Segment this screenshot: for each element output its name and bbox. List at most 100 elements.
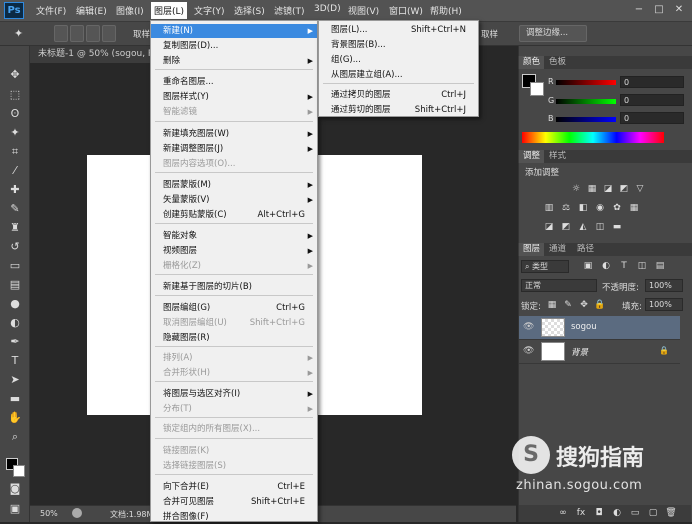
blend-mode-select[interactable]: 正常	[521, 279, 597, 292]
layer-menu-item[interactable]: 选择链接图层(S)	[151, 459, 317, 473]
layer-menu-item[interactable]: 新建调整图层(J) ▶	[151, 142, 317, 156]
layer-menu-item[interactable]: 排列(A) ▶	[151, 351, 317, 365]
black-white-icon[interactable]: ◧	[577, 203, 589, 214]
move-tool-icon[interactable]: ✥	[7, 68, 23, 82]
lock-position-icon[interactable]: ✥	[578, 300, 590, 311]
tab-swatches[interactable]: 色板	[545, 56, 570, 69]
invert-icon[interactable]: ◪	[543, 222, 555, 233]
layer-menu-item[interactable]: 新建填充图层(W) ▶	[151, 127, 317, 141]
pen-tool-icon[interactable]: ✒	[7, 335, 23, 349]
new-submenu-item[interactable]: 从图层建立组(A)...	[319, 68, 478, 82]
shape-tool-icon[interactable]: ▬	[7, 392, 23, 406]
layer-menu-item[interactable]: 复制图层(D)...	[151, 39, 317, 53]
layer-menu-item[interactable]: 智能对象 ▶	[151, 229, 317, 243]
menu-type[interactable]: 文字(Y)	[194, 4, 225, 17]
layer-filter-select[interactable]: ⌕ 类型	[521, 260, 569, 273]
filter-type-icon[interactable]: T	[618, 261, 630, 272]
filter-pixel-icon[interactable]: ▣	[582, 261, 594, 272]
color-balance-icon[interactable]: ⚖	[560, 203, 572, 214]
blur-tool-icon[interactable]: ●	[7, 297, 23, 311]
magic-wand-tool-icon[interactable]: ✦	[7, 126, 23, 140]
menu-filter[interactable]: 滤镜(T)	[274, 4, 305, 17]
brush-tool-icon[interactable]: ✎	[7, 202, 23, 216]
tab-color[interactable]: 颜色	[519, 56, 545, 69]
screen-mode-icon[interactable]: ▣	[7, 502, 23, 516]
folder-icon[interactable]: ▭	[629, 508, 641, 519]
tab-paths[interactable]: 路径	[573, 243, 598, 256]
eye-icon[interactable]: 👁	[523, 322, 534, 332]
lock-image-icon[interactable]: ✎	[562, 300, 574, 311]
exposure-icon[interactable]: ◩	[618, 184, 630, 195]
history-brush-icon[interactable]: ↺	[7, 240, 23, 254]
layer-menu-item[interactable]: 图层样式(Y) ▶	[151, 90, 317, 104]
crop-tool-icon[interactable]: ⌗	[7, 145, 23, 159]
tab-adjustments[interactable]: 调整	[519, 150, 545, 163]
menu-help[interactable]: 帮助(H)	[430, 4, 462, 17]
new-submenu-item[interactable]: 背景图层(B)...	[319, 38, 478, 52]
zoom-level[interactable]: 50%	[40, 509, 58, 518]
layer-menu-item[interactable]: 图层编组(G) Ctrl+G	[151, 301, 317, 315]
intersect-selection-icon[interactable]	[102, 25, 116, 42]
eraser-tool-icon[interactable]: ▭	[7, 259, 23, 273]
link-icon[interactable]: ∞	[557, 508, 569, 519]
levels-icon[interactable]: ▦	[586, 184, 598, 195]
menu-view[interactable]: 视图(V)	[348, 4, 379, 17]
path-selection-icon[interactable]: ➤	[7, 373, 23, 387]
layer-menu-item[interactable]: 智能滤镜 ▶	[151, 105, 317, 119]
layer-menu-item[interactable]: 视频图层 ▶	[151, 244, 317, 258]
healing-brush-icon[interactable]: ✚	[7, 183, 23, 197]
refine-edge-button[interactable]: 调整边缘...	[519, 25, 587, 42]
fx-icon[interactable]: fx	[575, 508, 587, 519]
green-slider[interactable]	[556, 99, 616, 104]
layer-menu-item[interactable]: 栅格化(Z) ▶	[151, 259, 317, 273]
opacity-input[interactable]: 100%	[645, 279, 683, 292]
layer-menu-item[interactable]: 合并形状(H) ▶	[151, 366, 317, 380]
layer-menu-item[interactable]: 取消图层编组(U) Shift+Ctrl+G	[151, 316, 317, 330]
selective-color-icon[interactable]: ◫	[594, 222, 606, 233]
new-layer-icon[interactable]: ▢	[647, 508, 659, 519]
maximize-button[interactable]: □	[652, 4, 666, 16]
close-button[interactable]: ✕	[672, 4, 686, 16]
green-value[interactable]: 0	[620, 94, 684, 106]
new-selection-icon[interactable]	[54, 25, 68, 42]
eye-icon[interactable]: 👁	[523, 346, 534, 356]
eyedropper-tool-icon[interactable]: ⁄	[7, 164, 23, 178]
type-tool-icon[interactable]: T	[7, 354, 23, 368]
layer-menu-item[interactable]: 创建剪贴蒙版(C) Alt+Ctrl+G	[151, 208, 317, 222]
dodge-tool-icon[interactable]: ◐	[7, 316, 23, 330]
red-value[interactable]: 0	[620, 76, 684, 88]
lasso-tool-icon[interactable]: ʘ	[7, 107, 23, 121]
layer-menu-item[interactable]: 重命名图层...	[151, 75, 317, 89]
menu-select[interactable]: 选择(S)	[234, 4, 265, 17]
layer-menu-item[interactable]: 图层内容选项(O)...	[151, 157, 317, 171]
minimize-button[interactable]: −	[632, 4, 646, 16]
quick-mask-icon[interactable]: ◙	[7, 482, 23, 496]
gradient-tool-icon[interactable]: ▤	[7, 278, 23, 292]
posterize-icon[interactable]: ◩	[560, 222, 572, 233]
menu-3d[interactable]: 3D(D)	[314, 4, 341, 14]
layer-menu-item[interactable]: 隐藏图层(R)	[151, 331, 317, 345]
filter-smart-icon[interactable]: ▤	[654, 261, 666, 272]
lock-all-icon[interactable]: 🔒	[594, 300, 606, 311]
color-lookup-icon[interactable]: ▦	[628, 203, 640, 214]
magic-wand-icon[interactable]: ✦	[14, 27, 23, 40]
layer-menu-item[interactable]: 向下合并(E) Ctrl+E	[151, 480, 317, 494]
layer-menu-item[interactable]: 链接图层(K)	[151, 444, 317, 458]
channel-mixer-icon[interactable]: ✿	[611, 203, 623, 214]
background-color-swatch[interactable]	[13, 465, 25, 477]
layer-menu-item[interactable]: 删除 ▶	[151, 54, 317, 68]
status-info-icon[interactable]	[72, 508, 82, 518]
tab-styles[interactable]: 样式	[545, 150, 570, 163]
new-submenu-item[interactable]: 通过剪切的图层 Shift+Ctrl+J	[319, 103, 478, 117]
menu-window[interactable]: 窗口(W)	[389, 4, 423, 17]
layer-row-sogou[interactable]: 👁 sogou	[519, 316, 680, 340]
blue-slider[interactable]	[556, 117, 616, 122]
color-spectrum[interactable]	[522, 132, 664, 143]
document-tab[interactable]: 未标题-1 @ 50% (sogou, RG	[30, 46, 155, 63]
mask-icon[interactable]: ◘	[593, 508, 605, 519]
layer-menu-item[interactable]: 新建(N) ▶	[151, 24, 317, 38]
hand-tool-icon[interactable]: ✋	[7, 411, 23, 425]
blue-value[interactable]: 0	[620, 112, 684, 124]
threshold-icon[interactable]: ◭	[577, 222, 589, 233]
clone-stamp-icon[interactable]: ♜	[7, 221, 23, 235]
